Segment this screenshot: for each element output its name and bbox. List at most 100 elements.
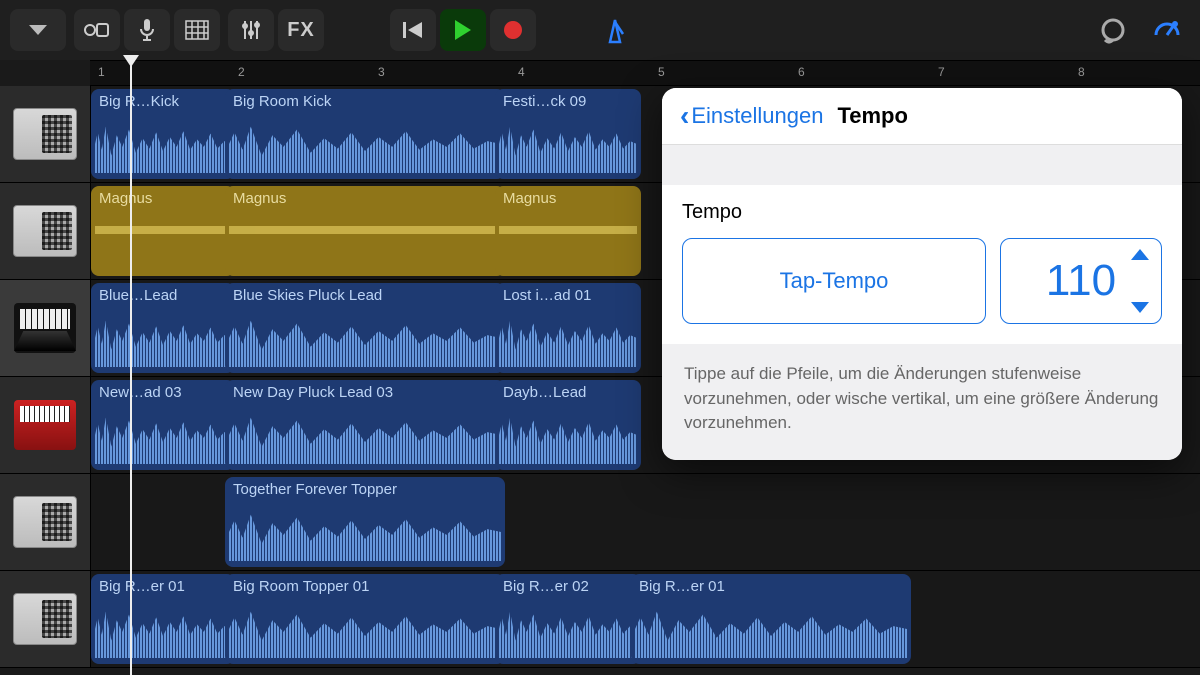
waveform [635,600,907,658]
waveform [229,406,501,464]
tracks-view-button[interactable] [74,9,120,51]
instrument-icon [13,593,77,645]
clip-label: Big R…Kick [99,93,227,110]
waveform [229,226,501,234]
audio-clip[interactable]: Magnus [495,186,641,276]
audio-clip[interactable]: Blue Skies Pluck Lead [225,283,505,373]
ruler-mark: 7 [938,65,945,79]
track-row[interactable]: Big R…er 01 Big Room Topper 01 Big R…er 02… [0,571,1200,668]
waveform [499,600,637,658]
track-header[interactable] [0,377,91,473]
clip-label: Festi…ck 09 [503,93,633,110]
clip-label: Big R…er 01 [639,578,903,595]
chevron-left-icon: ‹ [680,102,689,130]
waveform [229,309,501,367]
settings-button[interactable] [1144,9,1190,51]
ruler-mark: 2 [238,65,245,79]
instrument-icon [14,303,76,353]
audio-clip[interactable]: Lost i…ad 01 [495,283,641,373]
track-lane[interactable]: Big R…er 01 Big Room Topper 01 Big R…er 02… [91,571,1200,667]
metronome-button[interactable] [592,9,638,51]
play-button[interactable] [440,9,486,51]
mic-button[interactable] [124,9,170,51]
audio-clip[interactable]: Big R…Kick [91,89,235,179]
waveform [229,115,501,173]
audio-clip[interactable]: Dayb…Lead [495,380,641,470]
clip-label: Blue…Lead [99,287,227,304]
rewind-button[interactable] [390,9,436,51]
clip-label: New Day Pluck Lead 03 [233,384,497,401]
ruler-mark: 1 [98,65,105,79]
tempo-up-arrow[interactable] [1131,249,1149,260]
track-header[interactable] [0,571,91,667]
waveform [499,406,637,464]
instrument-icon [14,400,76,450]
waveform [95,226,231,234]
waveform [95,309,231,367]
waveform [95,115,231,173]
track-row[interactable]: Together Forever Topper [0,474,1200,571]
audio-clip[interactable]: Big R…er 01 [631,574,911,664]
clip-label: Blue Skies Pluck Lead [233,287,497,304]
audio-clip[interactable]: New Day Pluck Lead 03 [225,380,505,470]
ruler-mark: 5 [658,65,665,79]
toolbar: FX [0,0,1200,60]
tempo-down-arrow[interactable] [1131,302,1149,313]
waveform [499,226,637,234]
audio-clip[interactable]: Magnus [225,186,505,276]
back-label: Einstellungen [691,103,823,129]
popover-title: Tempo [837,103,907,129]
popover-header: ‹ Einstellungen Tempo [662,88,1182,145]
audio-clip[interactable]: Blue…Lead [91,283,235,373]
audio-clip[interactable]: Together Forever Topper [225,477,505,567]
ruler-mark: 6 [798,65,805,79]
tempo-stepper[interactable]: 110 [1000,238,1162,324]
track-header[interactable] [0,474,91,570]
waveform [229,600,501,658]
clip-label: Big R…er 02 [503,578,633,595]
grid-button[interactable] [174,9,220,51]
waveform [95,406,231,464]
waveform [499,309,637,367]
clip-label: Magnus [503,190,633,207]
audio-clip[interactable]: Magnus [91,186,235,276]
loop-button[interactable] [1090,9,1136,51]
audio-clip[interactable]: Big R…er 02 [495,574,641,664]
tempo-popover: ‹ Einstellungen Tempo Tempo Tap-Tempo 11… [662,88,1182,460]
instrument-icon [13,108,77,160]
ruler-mark: 4 [518,65,525,79]
audio-clip[interactable]: Big R…er 01 [91,574,235,664]
help-text: Tippe auf die Pfeile, um die Änderungen … [662,344,1182,460]
ruler-mark: 8 [1078,65,1085,79]
tempo-value: 110 [1046,256,1116,306]
clip-label: Big Room Topper 01 [233,578,497,595]
fx-button[interactable]: FX [278,9,324,51]
timeline-ruler[interactable]: 1 2 3 4 5 6 7 8 [90,60,1200,86]
waveform [95,600,231,658]
audio-clip[interactable]: Big Room Kick [225,89,505,179]
waveform [229,503,501,561]
clip-label: Magnus [99,190,227,207]
track-header[interactable] [0,86,91,182]
waveform [499,115,637,173]
playhead[interactable] [130,60,132,675]
browser-dropdown-button[interactable] [10,9,66,51]
section-label: Tempo [682,201,1162,224]
mixer-button[interactable] [228,9,274,51]
instrument-icon [13,496,77,548]
record-button[interactable] [490,9,536,51]
track-header[interactable] [0,183,91,279]
audio-clip[interactable]: New…ad 03 [91,380,235,470]
clip-label: Big R…er 01 [99,578,227,595]
popover-spacer [662,145,1182,185]
ruler-mark: 3 [378,65,385,79]
audio-clip[interactable]: Big Room Topper 01 [225,574,505,664]
clip-label: Big Room Kick [233,93,497,110]
back-button[interactable]: ‹ Einstellungen [680,102,823,130]
instrument-icon [13,205,77,257]
track-lane[interactable]: Together Forever Topper [91,474,1200,570]
track-header[interactable] [0,280,91,376]
tap-tempo-button[interactable]: Tap-Tempo [682,238,986,324]
audio-clip[interactable]: Festi…ck 09 [495,89,641,179]
clip-label: Dayb…Lead [503,384,633,401]
